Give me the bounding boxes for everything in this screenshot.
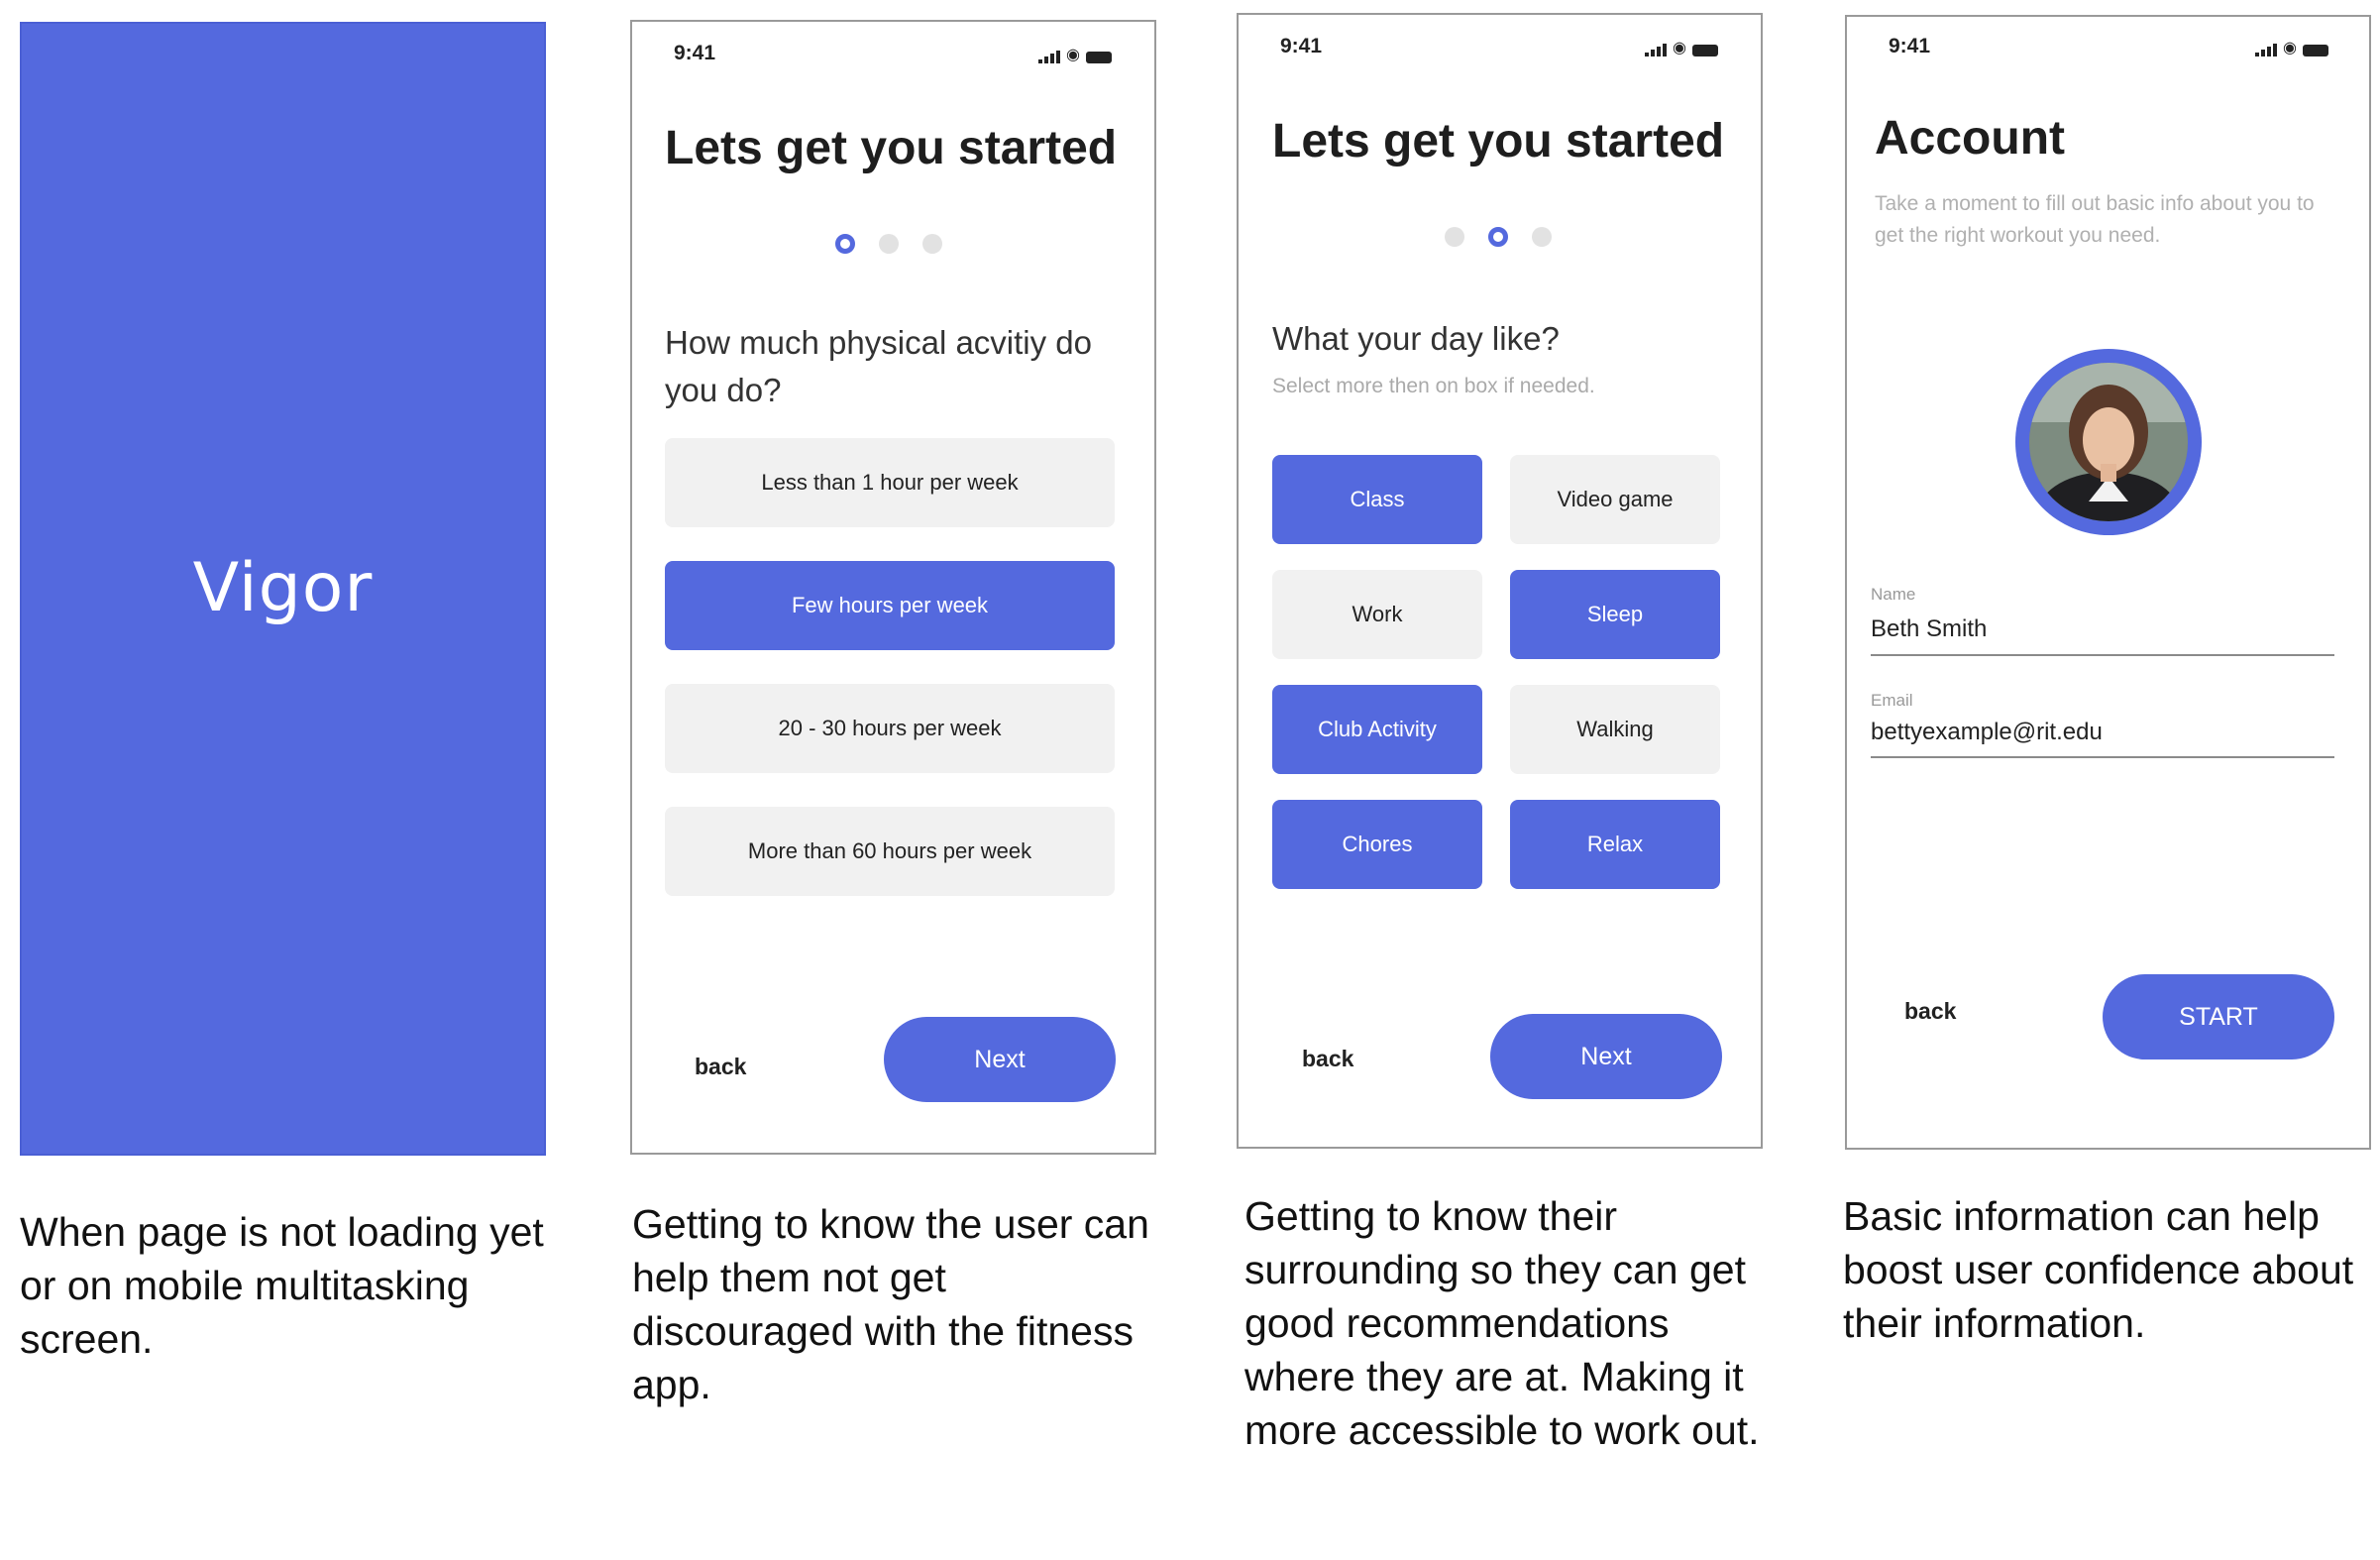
- option-video-game[interactable]: Video game: [1510, 455, 1720, 544]
- progress-dot-1: [1445, 227, 1464, 247]
- signal-icon: [2255, 44, 2277, 56]
- email-label: Email: [1871, 691, 1913, 710]
- option-more-than-60-hours[interactable]: More than 60 hours per week: [665, 807, 1115, 896]
- status-icons: ◉: [1038, 48, 1112, 63]
- name-underline: [1871, 654, 2334, 656]
- question-text: How much physical acvitiy do you do?: [665, 324, 1092, 408]
- status-icons: ◉: [1645, 41, 1718, 56]
- caption-day: Getting to know their surrounding so the…: [1244, 1193, 1760, 1453]
- next-button[interactable]: Next: [1490, 1014, 1722, 1099]
- status-icons: ◉: [2255, 41, 2328, 56]
- start-button[interactable]: START: [2103, 974, 2334, 1059]
- battery-icon: [1691, 45, 1718, 56]
- avatar-ring[interactable]: [2015, 349, 2202, 535]
- app-logo: Vigor: [192, 549, 374, 627]
- next-button[interactable]: Next: [884, 1017, 1116, 1102]
- account-description: Take a moment to fill out basic info abo…: [1875, 192, 2315, 247]
- status-time: 9:41: [674, 42, 716, 64]
- progress-dot-3: [922, 234, 942, 254]
- progress-dots: [835, 234, 942, 254]
- page-title: Lets get you started: [1272, 115, 1725, 167]
- progress-dot-2: [1488, 227, 1508, 247]
- question-text: What your day like?: [1272, 320, 1560, 357]
- status-time: 9:41: [1889, 35, 1931, 57]
- email-underline: [1871, 756, 2334, 758]
- option-walking[interactable]: Walking: [1510, 685, 1720, 774]
- splash-screen: Vigor: [20, 22, 546, 1156]
- battery-icon: [2302, 45, 2328, 56]
- activity-screen: 9:41 ◉ Lets get you started How much phy…: [630, 20, 1156, 1155]
- progress-dots: [1445, 227, 1552, 247]
- signal-icon: [1645, 44, 1667, 56]
- option-class[interactable]: Class: [1272, 455, 1482, 544]
- option-relax[interactable]: Relax: [1510, 800, 1720, 889]
- name-label: Name: [1871, 585, 1916, 604]
- progress-dot-3: [1532, 227, 1552, 247]
- battery-icon: [1085, 52, 1112, 63]
- avatar-photo: [2029, 363, 2188, 521]
- page-title: Lets get you started: [665, 122, 1118, 174]
- option-club-activity[interactable]: Club Activity: [1272, 685, 1482, 774]
- signal-icon: [1038, 51, 1060, 63]
- account-screen: 9:41 ◉ Account Take a moment to fill out…: [1845, 15, 2371, 1150]
- caption-account: Basic information can help boost user co…: [1843, 1193, 2354, 1346]
- option-work[interactable]: Work: [1272, 570, 1482, 659]
- wifi-icon: ◉: [2283, 40, 2297, 56]
- name-field[interactable]: Beth Smith: [1871, 615, 1987, 643]
- progress-dot-2: [879, 234, 899, 254]
- option-chores[interactable]: Chores: [1272, 800, 1482, 889]
- wifi-icon: ◉: [1673, 40, 1686, 56]
- avatar: [2029, 363, 2188, 521]
- option-sleep[interactable]: Sleep: [1510, 570, 1720, 659]
- option-less-than-1-hour[interactable]: Less than 1 hour per week: [665, 438, 1115, 527]
- back-button[interactable]: back: [1904, 998, 1956, 1025]
- option-20-30-hours[interactable]: 20 - 30 hours per week: [665, 684, 1115, 773]
- page-title: Account: [1875, 112, 2065, 165]
- progress-dot-1: [835, 234, 855, 254]
- email-field[interactable]: bettyexample@rit.edu: [1871, 719, 2103, 746]
- wifi-icon: ◉: [1066, 47, 1080, 63]
- caption-splash: When page is not loading yet or on mobil…: [20, 1209, 544, 1362]
- day-screen: 9:41 ◉ Lets get you started What your da…: [1237, 13, 1763, 1149]
- option-few-hours[interactable]: Few hours per week: [665, 561, 1115, 650]
- back-button[interactable]: back: [695, 1054, 746, 1080]
- back-button[interactable]: back: [1302, 1046, 1353, 1072]
- question-subtitle: Select more then on box if needed.: [1272, 375, 1595, 397]
- status-time: 9:41: [1280, 35, 1323, 57]
- caption-activity: Getting to know the user can help them n…: [632, 1201, 1149, 1407]
